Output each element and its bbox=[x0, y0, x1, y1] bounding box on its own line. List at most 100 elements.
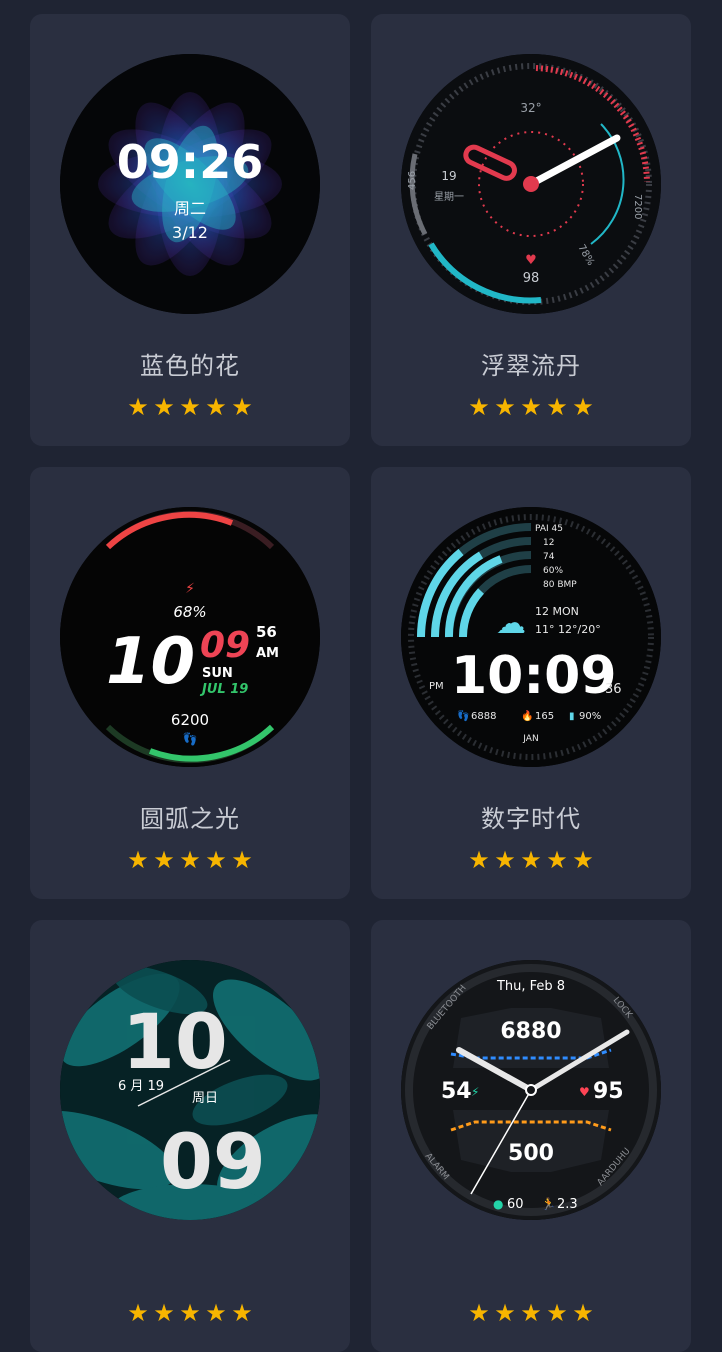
weekday-label: 星期一 bbox=[434, 191, 464, 203]
footprint-icon: 👣 bbox=[183, 731, 198, 746]
star-icon: ★ bbox=[127, 1299, 149, 1327]
weekday-label: 周二 bbox=[174, 199, 206, 218]
steps-icon: 👣 bbox=[457, 709, 469, 722]
date-label: 3/12 bbox=[172, 223, 208, 242]
seconds-label: 36 bbox=[605, 682, 622, 697]
run-icon: 🏃 bbox=[541, 1197, 556, 1211]
star-icon: ★ bbox=[179, 1299, 201, 1327]
date-label: 12 MON bbox=[535, 605, 579, 618]
watch-face-card-arc-light[interactable]: ⚡ 68% 10 09 56 AM SUN JUL 19 6200 👣 圆弧之光… bbox=[30, 467, 350, 899]
month-label: JAN bbox=[522, 734, 538, 744]
battery-label: 68% bbox=[173, 603, 206, 621]
charge-icon: ⚡ bbox=[471, 1085, 479, 1099]
time-label: 09:26 bbox=[117, 135, 263, 189]
star-icon: ★ bbox=[231, 393, 253, 421]
calories-icon: 🔥 bbox=[521, 709, 533, 722]
time-label: 10:09 bbox=[451, 646, 617, 706]
heart-rate-label: 95 bbox=[593, 1079, 624, 1104]
star-icon: ★ bbox=[520, 1299, 542, 1327]
star-icon: ★ bbox=[231, 846, 253, 874]
water-icon: ● bbox=[493, 1197, 503, 1211]
ampm-label: PM bbox=[429, 681, 444, 692]
watch-face-preview: Thu, Feb 8 6880 54 ⚡ ♥ 95 500 ● 60 🏃 2.3… bbox=[401, 960, 661, 1220]
watch-face-card-blue-flower[interactable]: 09:26 周二 3/12 蓝色的花 ★ ★ ★ ★ ★ bbox=[30, 14, 350, 446]
calories-label: 7200 bbox=[632, 194, 643, 219]
battery-label: 54 bbox=[441, 1079, 472, 1104]
steps-label: 6200 bbox=[171, 711, 209, 729]
day-label: 19 bbox=[441, 169, 456, 183]
star-icon: ★ bbox=[205, 393, 227, 421]
star-icon: ★ bbox=[572, 1299, 594, 1327]
star-icon: ★ bbox=[572, 846, 594, 874]
heart-icon: ♥ bbox=[579, 1085, 590, 1099]
star-icon: ★ bbox=[468, 393, 490, 421]
star-icon: ★ bbox=[179, 393, 201, 421]
watch-face-name: 圆弧之光 bbox=[140, 805, 240, 833]
star-icon: ★ bbox=[179, 846, 201, 874]
battery-label: 90% bbox=[579, 711, 601, 722]
stat-label: 12 bbox=[543, 538, 554, 548]
date-label: Thu, Feb 8 bbox=[496, 979, 565, 994]
temperature-label: 32° bbox=[520, 101, 541, 115]
star-icon: ★ bbox=[546, 1299, 568, 1327]
pai-label: PAI 45 bbox=[535, 524, 563, 534]
cloud-icon: ☁ bbox=[496, 606, 526, 641]
watch-face-preview: ⚡ 68% 10 09 56 AM SUN JUL 19 6200 👣 bbox=[60, 507, 320, 767]
heart-rate-label: 98 bbox=[523, 271, 540, 286]
weekday-label: 周日 bbox=[192, 1091, 218, 1106]
star-icon: ★ bbox=[494, 393, 516, 421]
date-label: JUL 19 bbox=[199, 682, 248, 697]
star-icon: ★ bbox=[546, 393, 568, 421]
hour-label: 10 bbox=[106, 625, 195, 699]
steps-label: 6888 bbox=[471, 711, 496, 722]
heart-icon: ♥ bbox=[525, 253, 537, 268]
watch-face-preview: PAI 45 12 74 60% 80 BMP ☁ 12 MON 11° 12°… bbox=[401, 507, 661, 767]
star-icon: ★ bbox=[494, 1299, 516, 1327]
rating-stars: ★ ★ ★ ★ ★ bbox=[30, 847, 350, 873]
weather-label: 11° 12°/20° bbox=[535, 623, 601, 636]
star-icon: ★ bbox=[546, 846, 568, 874]
stat-label: 74 bbox=[543, 552, 555, 562]
star-icon: ★ bbox=[572, 393, 594, 421]
watch-face-name: 数字时代 bbox=[481, 805, 581, 833]
watch-face-preview: 09:26 周二 3/12 bbox=[60, 54, 320, 314]
star-icon: ★ bbox=[205, 1299, 227, 1327]
rating-stars: ★ ★ ★ ★ ★ bbox=[371, 394, 691, 420]
star-icon: ★ bbox=[520, 846, 542, 874]
star-icon: ★ bbox=[520, 393, 542, 421]
watch-face-name: 浮翠流丹 bbox=[481, 352, 581, 380]
watch-face-preview: 10 6 月 19 周日 09 bbox=[60, 960, 320, 1220]
calories-label: 165 bbox=[535, 711, 554, 722]
star-icon: ★ bbox=[205, 846, 227, 874]
stat-label: 60% bbox=[543, 566, 563, 576]
rating-stars: ★ ★ ★ ★ ★ bbox=[371, 1300, 691, 1326]
watch-face-preview: 32° 19 星期一 456 7200 78% 98 ♥ bbox=[401, 54, 661, 314]
star-icon: ★ bbox=[494, 846, 516, 874]
star-icon: ★ bbox=[153, 1299, 175, 1327]
weekday-label: SUN bbox=[202, 666, 233, 681]
rating-stars: ★ ★ ★ ★ ★ bbox=[371, 847, 691, 873]
second-label: 56 bbox=[256, 623, 277, 641]
calories-label: 500 bbox=[508, 1141, 554, 1166]
steps-label: 6880 bbox=[500, 1019, 561, 1044]
battery-icon: ▮ bbox=[569, 711, 575, 722]
star-icon: ★ bbox=[153, 846, 175, 874]
steps-label: 456 bbox=[407, 171, 418, 190]
star-icon: ★ bbox=[468, 846, 490, 874]
star-icon: ★ bbox=[127, 846, 149, 874]
heart-rate-label: 80 BMP bbox=[543, 580, 577, 590]
hour-label: 10 bbox=[122, 997, 228, 1086]
star-icon: ★ bbox=[153, 393, 175, 421]
star-icon: ★ bbox=[231, 1299, 253, 1327]
rating-stars: ★ ★ ★ ★ ★ bbox=[30, 1300, 350, 1326]
star-icon: ★ bbox=[468, 1299, 490, 1327]
watch-face-card-sport[interactable]: Thu, Feb 8 6880 54 ⚡ ♥ 95 500 ● 60 🏃 2.3… bbox=[371, 920, 691, 1352]
watch-face-card-analog[interactable]: 32° 19 星期一 456 7200 78% 98 ♥ 浮翠流丹 ★ ★ ★ ★ ★ bbox=[371, 14, 691, 446]
watch-face-card-digital-era[interactable]: PAI 45 12 74 60% 80 BMP ☁ 12 MON 11° 12°… bbox=[371, 467, 691, 899]
watch-face-card-leaves[interactable]: 10 6 月 19 周日 09 ★ ★ ★ ★ ★ bbox=[30, 920, 350, 1352]
minute-label: 09 bbox=[200, 625, 250, 666]
watch-face-name: 蓝色的花 bbox=[140, 352, 240, 380]
battery-icon: ⚡ bbox=[185, 581, 195, 597]
rating-stars: ★ ★ ★ ★ ★ bbox=[30, 394, 350, 420]
minute-label: 09 bbox=[160, 1117, 266, 1206]
